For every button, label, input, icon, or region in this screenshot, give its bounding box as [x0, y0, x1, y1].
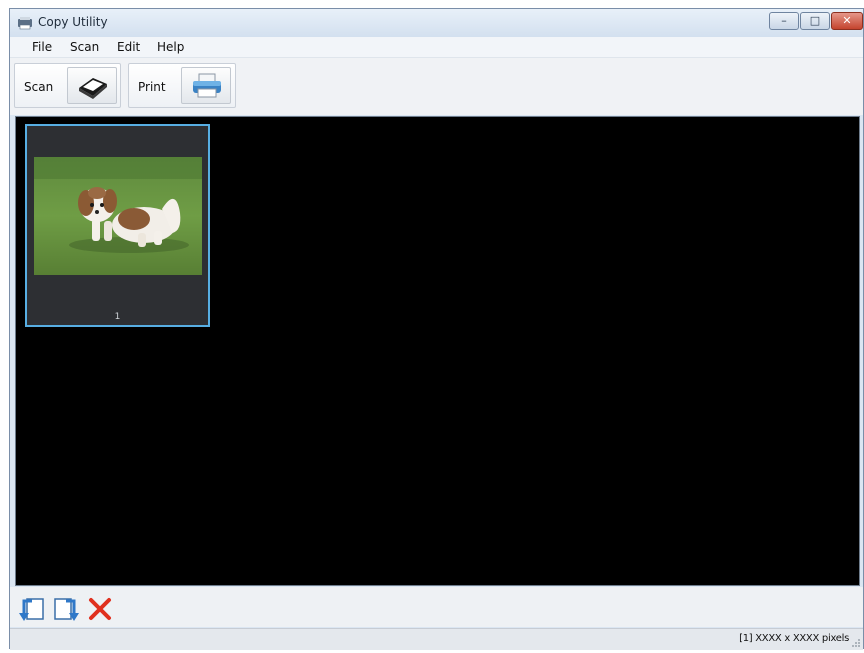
maximize-icon: □ — [809, 14, 821, 27]
status-bar: [1] XXXX x XXXX pixels — [10, 628, 863, 650]
title-bar[interactable]: Copy Utility – □ ✕ — [10, 9, 863, 37]
scan-group: Scan — [14, 63, 121, 108]
menu-file[interactable]: File — [32, 40, 52, 54]
rotate-left-icon[interactable] — [18, 595, 46, 623]
close-button[interactable]: ✕ — [831, 12, 863, 30]
scanner-icon — [79, 78, 107, 99]
menu-scan[interactable]: Scan — [70, 40, 99, 54]
print-button[interactable] — [181, 67, 231, 104]
maximize-button[interactable]: □ — [800, 12, 830, 30]
menu-help[interactable]: Help — [157, 40, 184, 54]
close-icon: ✕ — [842, 14, 852, 27]
minimize-icon: – — [781, 14, 787, 27]
window-controls: – □ ✕ — [768, 12, 863, 32]
menu-edit[interactable]: Edit — [117, 40, 140, 54]
rotate-right-icon[interactable] — [52, 595, 80, 623]
delete-x-icon[interactable] — [86, 595, 114, 623]
window-title: Copy Utility — [38, 15, 108, 29]
puppy-photo — [34, 157, 202, 275]
toolbar: Scan Print — [10, 58, 863, 115]
thumbnail-number: 1 — [114, 312, 121, 322]
resize-grip-icon[interactable] — [851, 638, 861, 648]
print-group: Print — [128, 63, 236, 108]
app-icon — [18, 17, 32, 30]
printer-icon — [193, 73, 221, 98]
thumbnail-photo — [34, 157, 202, 275]
scan-label: Scan — [24, 80, 54, 94]
app-window: Copy Utility – □ ✕ File Scan Edit Help S… — [9, 8, 864, 650]
scan-button[interactable] — [67, 67, 117, 104]
print-label: Print — [138, 80, 166, 94]
action-bar — [10, 587, 863, 627]
menu-bar: File Scan Edit Help — [10, 37, 863, 58]
thumbnail-1[interactable]: 1 — [25, 124, 210, 327]
image-canvas[interactable]: 1 — [15, 116, 860, 586]
status-text: [1] XXXX x XXXX pixels — [739, 633, 849, 644]
minimize-button[interactable]: – — [769, 12, 799, 30]
